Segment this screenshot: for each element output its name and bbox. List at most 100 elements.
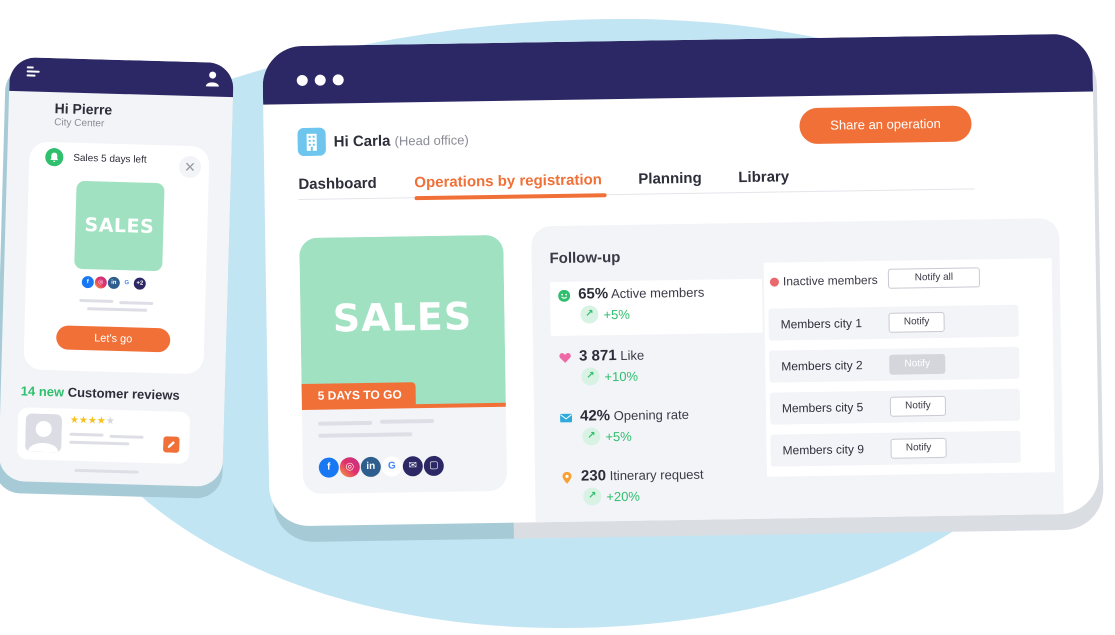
window-greeting: Hi Carla (Head office) xyxy=(334,131,469,150)
stat-value: 65% xyxy=(577,285,609,303)
phone-header xyxy=(9,56,234,98)
city-label: Members city 9 xyxy=(782,442,865,458)
greeting-name: Hi Carla xyxy=(333,132,391,151)
inactive-label: Inactive members xyxy=(782,272,878,289)
stat-text: 230 Itinerary request xyxy=(581,466,704,485)
placeholder-line xyxy=(69,440,130,446)
phone-location: City Center xyxy=(54,117,105,130)
stat-text: 42% Opening rate xyxy=(580,406,689,425)
reviews-title: Customer reviews xyxy=(67,384,180,403)
stat-text: 3 871 Like xyxy=(579,347,644,365)
browser-window: Hi Carla (Head office) Share an operatio… xyxy=(262,33,1104,543)
trend-value: +10% xyxy=(604,368,639,384)
instagram-icon: ◎ xyxy=(339,457,360,478)
smiley-icon xyxy=(558,289,571,302)
notify-button[interactable]: Notify xyxy=(888,311,945,333)
close-icon[interactable]: ✕ xyxy=(178,155,202,179)
tab-operations-by-registration[interactable]: Operations by registration xyxy=(414,171,602,191)
notify-button-disabled[interactable]: Notify xyxy=(889,353,946,375)
pencil-icon[interactable] xyxy=(163,436,180,453)
notify-button[interactable]: Notify xyxy=(890,437,947,459)
arrow-up-right-icon: ↗ xyxy=(580,305,599,324)
followup-panel: Follow-up 65% Active members ↗ +5% 3 871… xyxy=(531,218,1065,527)
notify-all-button[interactable]: Notify all xyxy=(887,267,981,289)
lets-go-button[interactable]: Let's go xyxy=(55,325,171,353)
reviews-count: 14 new xyxy=(20,383,65,400)
user-icon[interactable] xyxy=(205,70,219,87)
greeting-office: (Head office) xyxy=(394,132,469,149)
google-icon: G xyxy=(120,277,133,290)
envelope-icon xyxy=(560,413,573,423)
phone-screen: Hi Pierre City Center Sales 5 days left … xyxy=(0,56,234,487)
channel-icons: f ◎ in G ✉ ▢ xyxy=(318,455,444,478)
stat-label: Itinerary request xyxy=(609,466,704,484)
tab-library[interactable]: Library xyxy=(738,168,789,186)
facebook-icon: f xyxy=(318,457,339,478)
location-pin-icon xyxy=(562,471,572,484)
placeholder-line xyxy=(318,432,413,438)
placeholder-line xyxy=(69,432,104,437)
stat-active-members: 65% Active members ↗ +5% xyxy=(549,278,763,337)
share-operation-button[interactable]: Share an operation xyxy=(799,105,972,145)
trend: ↗ +5% xyxy=(582,427,632,446)
inactive-header: Inactive members xyxy=(769,272,878,289)
sales-image: SALES xyxy=(74,180,165,272)
tab-planning[interactable]: Planning xyxy=(638,170,702,188)
social-icons: f ◎ in G +2 xyxy=(81,275,146,290)
heart-icon xyxy=(559,353,571,363)
window-body: Hi Carla (Head office) Share an operatio… xyxy=(262,33,1100,527)
stat-itinerary-requests: 230 Itinerary request ↗ +20% xyxy=(553,461,764,518)
window-dot xyxy=(296,74,308,87)
stat-label: Like xyxy=(620,347,645,363)
arrow-up-right-icon: ↗ xyxy=(582,427,601,446)
review-card[interactable]: ★★★★★ xyxy=(16,407,191,465)
hamburger-menu-icon[interactable] xyxy=(26,66,40,78)
star-empty-icon: ★ xyxy=(105,415,115,427)
placeholder-line xyxy=(79,298,114,303)
arrow-up-right-icon: ↗ xyxy=(583,487,602,506)
avatar xyxy=(25,413,63,453)
stat-value: 42% xyxy=(579,407,611,425)
chat-icon: ▢ xyxy=(423,455,444,477)
star-icon: ★ xyxy=(87,415,98,427)
city-row: Members city 1 Notify xyxy=(768,304,1019,341)
trend: ↗ +10% xyxy=(581,367,638,386)
window-dot xyxy=(332,74,344,86)
placeholder-line xyxy=(119,301,154,305)
stat-label: Opening rate xyxy=(613,406,689,424)
stat-likes: 3 871 Like ↗ +10% xyxy=(551,341,762,398)
city-row: Members city 9 Notify xyxy=(770,430,1021,467)
star-icon: ★ xyxy=(78,414,89,427)
inactive-members-panel: Inactive members Notify all Members city… xyxy=(763,258,1055,477)
reviews-heading: 14 new Customer reviews xyxy=(21,383,180,402)
tab-dashboard[interactable]: Dashboard xyxy=(298,175,377,193)
home-indicator xyxy=(74,468,139,474)
stat-label: Active members xyxy=(610,284,705,302)
bell-icon xyxy=(45,147,64,167)
notification-title: Sales 5 days left xyxy=(73,152,147,166)
followup-title: Follow-up xyxy=(549,248,621,268)
active-tab-indicator xyxy=(414,193,607,201)
notify-button[interactable]: Notify xyxy=(889,395,947,417)
phone-greeting: Hi Pierre xyxy=(54,100,113,118)
placeholder-line xyxy=(380,418,435,424)
email-icon: ✉ xyxy=(402,456,423,477)
notification-card: Sales 5 days left ✕ SALES f ◎ in G +2 Le… xyxy=(23,141,210,375)
main-tabs: Dashboard Operations by registration Pla… xyxy=(298,159,975,201)
google-icon: G xyxy=(381,456,402,477)
stat-value: 3 871 xyxy=(578,347,617,365)
city-label: Members city 1 xyxy=(780,316,863,332)
placeholder-line xyxy=(318,420,373,426)
operation-card[interactable]: SALES 5 DAYS TO GO f ◎ in G ✉ ▢ xyxy=(299,234,508,494)
trend-value: +5% xyxy=(603,306,630,322)
stat-text: 65% Active members xyxy=(578,284,704,303)
building-icon xyxy=(297,127,326,157)
window-dot xyxy=(314,74,326,86)
trend: ↗ +20% xyxy=(583,487,640,506)
city-row: Members city 5 Notify xyxy=(769,388,1021,425)
star-icon: ★ xyxy=(69,414,80,426)
trend-value: +20% xyxy=(606,488,641,504)
linkedin-icon: in xyxy=(360,456,381,478)
star-icon: ★ xyxy=(96,415,106,427)
city-label: Members city 2 xyxy=(781,358,863,374)
